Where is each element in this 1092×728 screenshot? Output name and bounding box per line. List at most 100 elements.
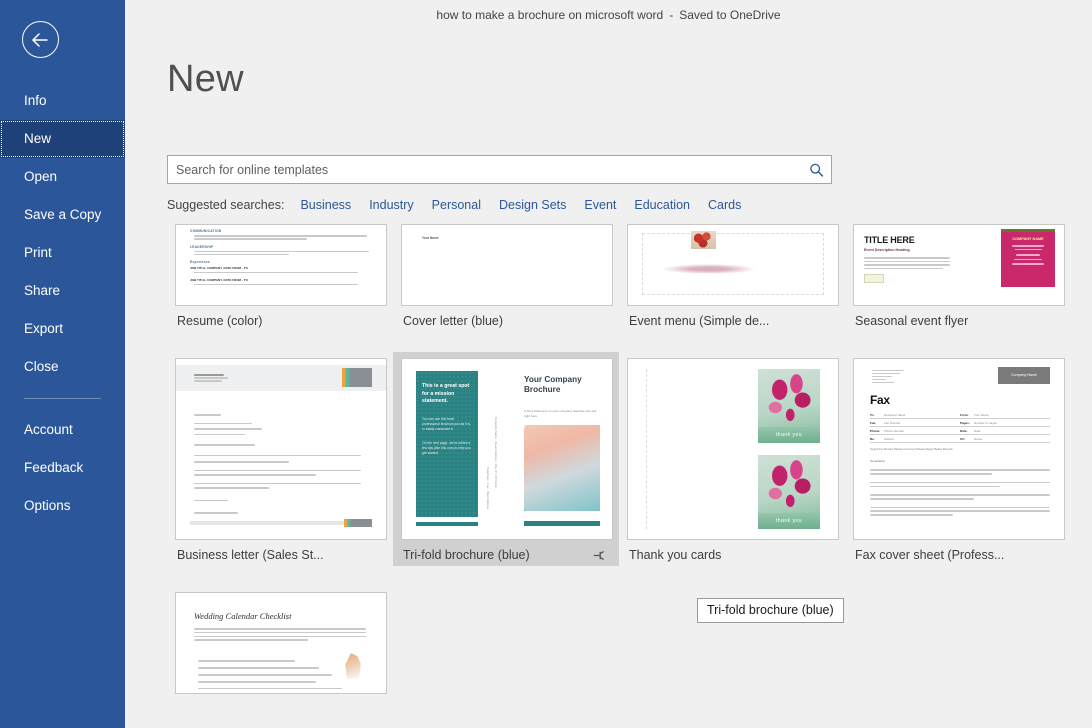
thumb-text-job2: JOB TITLE, COMPANY, DATE FROM - TO [190,278,372,282]
suggested-link-event[interactable]: Event [584,198,616,212]
sidebar-item-label: Feedback [24,460,83,475]
fax-key: Phone: [870,429,884,433]
fax-val: Recipient Name [884,413,960,417]
template-card-wedding-calendar-checklist[interactable]: Wedding Calendar Checklist [167,586,393,698]
back-button[interactable] [22,21,59,58]
fax-val: Phone Number [884,429,960,433]
template-caption: Fax cover sheet (Profess... [853,540,1063,562]
sidebar-item-label: Close [24,359,59,374]
template-thumbnail [627,224,839,306]
template-caption: Business letter (Sales St... [175,540,385,562]
suggested-link-design-sets[interactable]: Design Sets [499,198,566,212]
thumb-text-brochure-subtitle: A brief statement on your company object… [524,409,600,419]
fax-key: From: [960,413,974,417]
template-card-seasonal-event-flyer[interactable]: COMPANY NAME TITLE HERE Event Descriptio… [845,218,1071,332]
fax-key: CC: [960,437,974,441]
thumb-text-body1: You can use this fresh professional broc… [422,417,472,432]
suggested-searches-label: Suggested searches: [167,198,284,212]
fax-val: Date [974,429,1050,433]
sidebar-item-options[interactable]: Options [0,487,125,525]
template-caption: Event menu (Simple de... [627,306,837,328]
template-card-fax-cover-sheet[interactable]: Company Name Fax To:Recipient NameFrom:Y… [845,352,1071,566]
fax-key: Re: [870,437,884,441]
template-thumbnail: This is a great spot for a mission state… [401,358,613,540]
title-bar: how to make a brochure on microsoft word… [125,0,1092,30]
backstage-sidebar: Info New Open Save a Copy Print Share Ex… [0,0,125,728]
sidebar-item-label: Print [24,245,52,260]
thumb-text-communication: COMMUNICATION [190,229,372,233]
thumb-text-contact-vertical-2: Telephone · Fax · Web Address [485,467,490,509]
sidebar-item-label: Save a Copy [24,207,101,222]
template-card-event-menu[interactable]: Event menu (Simple de... [619,218,845,332]
template-gallery[interactable]: COMMUNICATION LEADERSHIP Experience JOB … [167,218,1092,728]
sidebar-item-open[interactable]: Open [0,158,125,196]
sidebar-item-label: Account [24,422,73,437]
sidebar-item-info[interactable]: Info [0,82,125,120]
suggested-link-business[interactable]: Business [300,198,351,212]
thumb-text-leadership: LEADERSHIP [190,245,372,249]
thumb-text-wedding-title: Wedding Calendar Checklist [194,611,291,621]
fax-key: To: [870,413,884,417]
fax-val: Number of pages [974,421,1050,425]
template-thumbnail: COMMUNICATION LEADERSHIP Experience JOB … [175,224,387,306]
template-row: COMMUNICATION LEADERSHIP Experience JOB … [167,218,1092,332]
thumb-text-comments: Comments: [870,459,885,463]
thumb-image-architecture [524,425,600,511]
suggested-link-cards[interactable]: Cards [708,198,741,212]
sidebar-divider [24,398,101,399]
template-card-cover-letter-blue[interactable]: Your Name Cover letter (blue) [393,218,619,332]
thumb-block-company-name: Company Name [998,367,1050,384]
thumb-text-brochure-title: Your Company Brochure [524,375,600,396]
template-card-trifold-brochure-blue[interactable]: This is a great spot for a mission state… [393,352,619,566]
sidebar-item-share[interactable]: Share [0,272,125,310]
template-card-resume-color[interactable]: COMMUNICATION LEADERSHIP Experience JOB … [167,218,393,332]
thumb-card-thank-you-2: thank you [758,455,820,529]
fax-key: Pages: [960,421,974,425]
sidebar-item-feedback[interactable]: Feedback [0,449,125,487]
fax-val: Name [974,437,1050,441]
sidebar-item-new[interactable]: New [0,120,125,158]
thumb-text-company-name: COMPANY NAME [1001,232,1055,241]
thumb-text-job1: JOB TITLE, COMPANY, DATE FROM - TO [190,266,372,270]
template-thumbnail: thank you thank you [627,358,839,540]
word-backstage-screen: Info New Open Save a Copy Print Share Ex… [0,0,1092,728]
thumb-block-company: COMPANY NAME [1001,232,1055,287]
search-icon[interactable] [809,162,824,177]
tooltip: Tri-fold brochure (blue) [697,598,844,623]
suggested-link-industry[interactable]: Industry [369,198,413,212]
thumb-panel-mission: This is a great spot for a mission state… [416,371,478,517]
sidebar-item-label: Info [24,93,47,108]
template-thumbnail: COMPANY NAME TITLE HERE Event Descriptio… [853,224,1065,306]
suggested-link-personal[interactable]: Personal [432,198,481,212]
sidebar-item-save-a-copy[interactable]: Save a Copy [0,196,125,234]
sidebar-item-print[interactable]: Print [0,234,125,272]
sidebar-item-label: Open [24,169,57,184]
document-title: how to make a brochure on microsoft word [436,8,663,22]
suggested-searches: Suggested searches: Business Industry Pe… [167,198,759,212]
template-card-thank-you-cards[interactable]: thank you thank you Thank you cards [619,352,845,566]
template-thumbnail: Company Name Fax To:Recipient NameFrom:Y… [853,358,1065,540]
fax-val: Your Name [974,413,1050,417]
fax-key: Date: [960,429,974,433]
template-row: Business letter (Sales St... This is a g… [167,352,1092,566]
back-arrow-icon [31,33,50,47]
search-input[interactable] [167,155,832,184]
sidebar-item-close[interactable]: Close [0,348,125,386]
template-row: Wedding Calendar Checklist [167,586,1092,698]
template-card-business-letter[interactable]: Business letter (Sales St... [167,352,393,566]
sidebar-item-export[interactable]: Export [0,310,125,348]
sidebar-item-label: Options [24,498,71,513]
fax-val: Subject [884,437,960,441]
suggested-link-education[interactable]: Education [634,198,690,212]
thumb-text-title-here: TITLE HERE [864,235,915,245]
sidebar-item-label: Export [24,321,63,336]
template-caption: Resume (color) [175,306,385,328]
thumb-text-your-name: Your Name [422,236,439,240]
sidebar-item-account[interactable]: Account [0,411,125,449]
thumb-text-thank-you: thank you [758,513,820,529]
thumb-text-experience: Experience [190,260,372,264]
backstage-nav: Info New Open Save a Copy Print Share Ex… [0,82,125,525]
pin-icon[interactable] [592,549,609,562]
thumb-decoration-swirl [654,263,764,275]
save-status: Saved to OneDrive [679,8,780,22]
